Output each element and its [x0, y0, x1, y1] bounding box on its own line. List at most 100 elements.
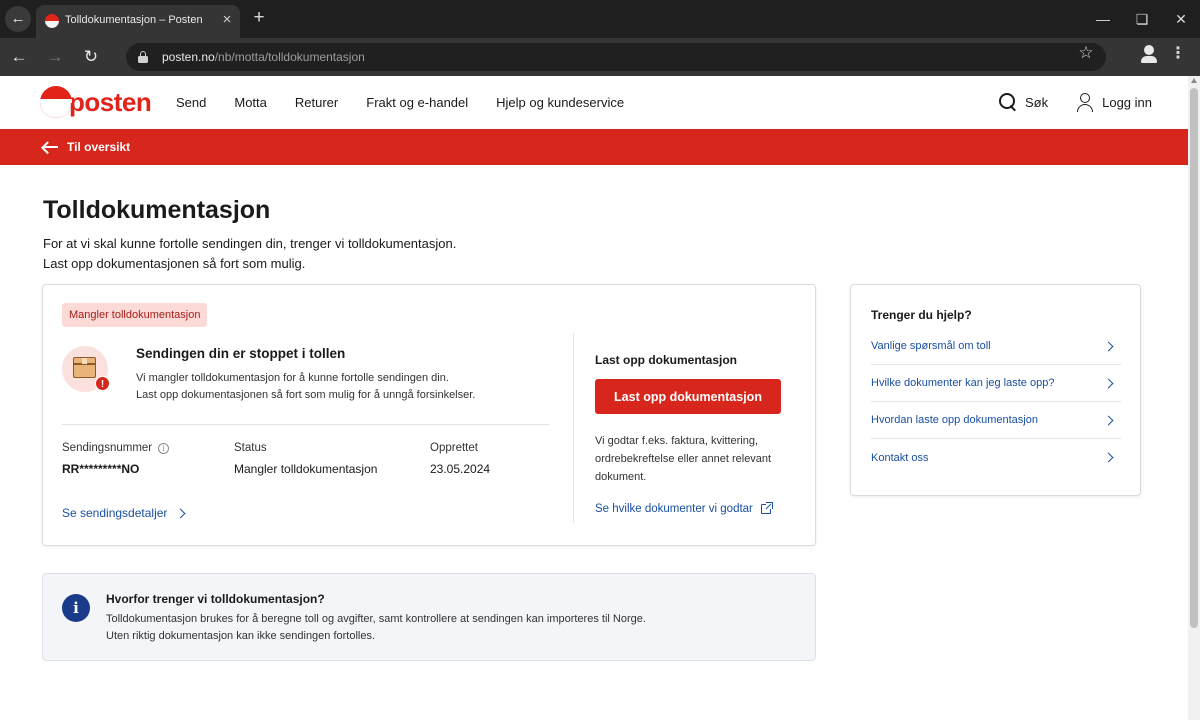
back-link-label: Til oversikt — [67, 140, 131, 154]
nav-send[interactable]: Send — [176, 95, 206, 110]
status-badge: Mangler tolldokumentasjon — [62, 303, 208, 327]
address-bar[interactable]: posten.no/nb/motta/tolldokumentasjon — [126, 43, 1106, 71]
site-header: posten Send Motta Returer Frakt og e-han… — [0, 76, 1188, 128]
stop-text-line: Last opp dokumentasjonen så fort som mul… — [136, 389, 476, 401]
nav-hjelp[interactable]: Hjelp og kundeservice — [496, 95, 624, 110]
external-link-icon — [760, 502, 773, 514]
accepted-docs-line: ordrebekreftelse eller annet relevant — [595, 453, 772, 465]
scrollbar-thumb[interactable] — [1190, 88, 1198, 628]
details-link-label: Se sendingsdetaljer — [62, 506, 168, 520]
created-field: Opprettet 23.05.2024 — [430, 442, 490, 476]
kebab-menu-icon[interactable]: ⋮ — [1168, 43, 1188, 65]
intro-line: Last opp dokumentasjonen så fort som mul… — [43, 256, 306, 271]
chevron-right-icon — [1103, 378, 1114, 389]
nav-motta[interactable]: Motta — [234, 95, 267, 110]
url-text: posten.no/nb/motta/tolldokumentasjon — [162, 50, 365, 64]
tracking-number-field: Sendingsnummer i RR*********NO — [62, 442, 170, 476]
help-link-label: Hvilke dokumenter kan jeg laste opp? — [871, 377, 1055, 389]
search-button[interactable]: Søk — [998, 93, 1049, 111]
created-value: 23.05.2024 — [430, 462, 491, 476]
window-close-icon[interactable]: ✕ — [1170, 8, 1192, 30]
nav-frakt[interactable]: Frakt og e-handel — [366, 95, 468, 110]
search-icon — [998, 93, 1017, 111]
tracking-number-value: RR*********NO — [62, 462, 140, 476]
search-label: Søk — [1024, 94, 1049, 110]
posten-logo-text: posten — [69, 87, 152, 117]
help-link-label: Kontakt oss — [871, 451, 929, 464]
help-list: Vanlige spørsmål om toll Hvilke dokument… — [871, 328, 1121, 476]
accepted-docs-line: dokument. — [595, 471, 647, 483]
tracking-number-label: Sendingsnummer i — [62, 442, 170, 454]
info-icon: i — [62, 594, 90, 622]
chevron-right-icon — [1103, 415, 1114, 426]
back-to-overview-link[interactable]: Til oversikt — [42, 140, 130, 154]
tab-title: Tolldokumentasjon – Posten — [65, 14, 203, 26]
forward-arrow-icon[interactable]: → — [42, 44, 68, 70]
stop-title: Sendingen din er stoppet i tollen — [136, 346, 346, 361]
back-arrow-icon[interactable]: ← — [6, 44, 32, 70]
login-label: Logg inn — [1102, 94, 1152, 110]
arrow-left-icon — [42, 141, 58, 153]
stop-text-line: Vi mangler tolldokumentasjon for å kunne… — [136, 372, 449, 384]
package-icon: ! — [62, 346, 110, 392]
page-scrollbar[interactable] — [1188, 76, 1200, 720]
help-link-label: Vanlige spørsmål om toll — [871, 340, 991, 352]
page-intro: For at vi skal kunne fortolle sendingen … — [43, 234, 456, 274]
scroll-up-icon[interactable] — [1191, 78, 1197, 83]
back-bar: Til oversikt — [0, 129, 1188, 165]
upload-documentation-button[interactable]: Last opp dokumentasjon — [595, 379, 781, 414]
info-tooltip-icon[interactable]: i — [158, 442, 170, 454]
browser-tab-active[interactable]: Tolldokumentasjon – Posten × — [36, 5, 240, 38]
maximize-icon[interactable]: ❏ — [1131, 8, 1153, 30]
status-value: Mangler tolldokumentasjon — [234, 462, 378, 476]
star-icon[interactable]: ☆ — [1075, 42, 1097, 64]
help-panel: Trenger du hjelp? Vanlige spørsmål om to… — [850, 284, 1141, 496]
shipment-details-link[interactable]: Se sendingsdetaljer — [62, 506, 186, 520]
chevron-right-icon — [1103, 341, 1114, 352]
accepted-docs-text: Vi godtar f.eks. faktura, kvittering, or… — [595, 432, 795, 486]
new-tab-plus-icon[interactable]: + — [248, 7, 270, 29]
browser-toolbar: ← → ↻ posten.no/nb/motta/tolldokumentasj… — [0, 38, 1200, 76]
help-link-label: Hvordan laste opp dokumentasjon — [871, 414, 1038, 426]
user-icon — [1076, 93, 1094, 112]
help-link-contact[interactable]: Kontakt oss — [871, 439, 1121, 476]
info-text: Tolldokumentasjon brukes for å beregne t… — [106, 611, 646, 645]
docs-link-label: Se hvilke dokumenter vi godtar — [595, 503, 753, 515]
chevron-right-icon — [1103, 452, 1114, 463]
login-button[interactable]: Logg inn — [1076, 93, 1152, 112]
info-text-line: Uten riktig dokumentasjon kan ikke sendi… — [106, 630, 376, 642]
info-title: Hvorfor trenger vi tolldokumentasjon? — [106, 592, 325, 606]
profile-icon[interactable] — [1138, 43, 1160, 65]
tab-search-back-icon[interactable]: ← — [5, 6, 31, 32]
posten-logo-mark — [40, 86, 72, 118]
stop-text: Vi mangler tolldokumentasjon for å kunne… — [136, 370, 475, 404]
favicon-icon — [45, 14, 59, 28]
created-label: Opprettet — [430, 442, 478, 454]
help-link-faq[interactable]: Vanlige spørsmål om toll — [871, 328, 1121, 365]
info-text-line: Tolldokumentasjon brukes for å beregne t… — [106, 613, 646, 625]
minimize-icon[interactable]: — — [1092, 8, 1114, 30]
header-actions: Søk Logg inn — [971, 93, 1152, 112]
posten-logo[interactable]: posten — [40, 85, 152, 121]
browser-tabstrip: ← Tolldokumentasjon – Posten × + — ❏ ✕ — [0, 0, 1200, 38]
page-viewport: posten Send Motta Returer Frakt og e-han… — [0, 76, 1188, 720]
reload-icon[interactable]: ↻ — [78, 44, 104, 70]
intro-line: For at vi skal kunne fortolle sendingen … — [43, 236, 457, 251]
help-title: Trenger du hjelp? — [871, 308, 972, 322]
nav-returer[interactable]: Returer — [295, 95, 338, 110]
upload-heading: Last opp dokumentasjon — [595, 353, 738, 367]
customs-status-card: Mangler tolldokumentasjon ! Sendingen di… — [42, 284, 816, 546]
alert-icon: ! — [95, 376, 110, 391]
status-label: Status — [234, 442, 267, 454]
lock-icon[interactable] — [138, 51, 148, 63]
accepted-docs-line: Vi godtar f.eks. faktura, kvittering, — [595, 435, 759, 447]
divider — [62, 424, 549, 425]
why-info-box: i Hvorfor trenger vi tolldokumentasjon? … — [42, 573, 816, 661]
accepted-documents-link[interactable]: Se hvilke dokumenter vi godtar — [595, 502, 773, 515]
help-link-which-documents[interactable]: Hvilke dokumenter kan jeg laste opp? — [871, 365, 1121, 402]
close-icon[interactable]: × — [218, 11, 236, 29]
help-link-how-to-upload[interactable]: Hvordan laste opp dokumentasjon — [871, 402, 1121, 439]
vertical-divider — [573, 333, 574, 523]
main-nav: Send Motta Returer Frakt og e-handel Hje… — [176, 95, 652, 110]
page-title: Tolldokumentasjon — [43, 196, 271, 224]
